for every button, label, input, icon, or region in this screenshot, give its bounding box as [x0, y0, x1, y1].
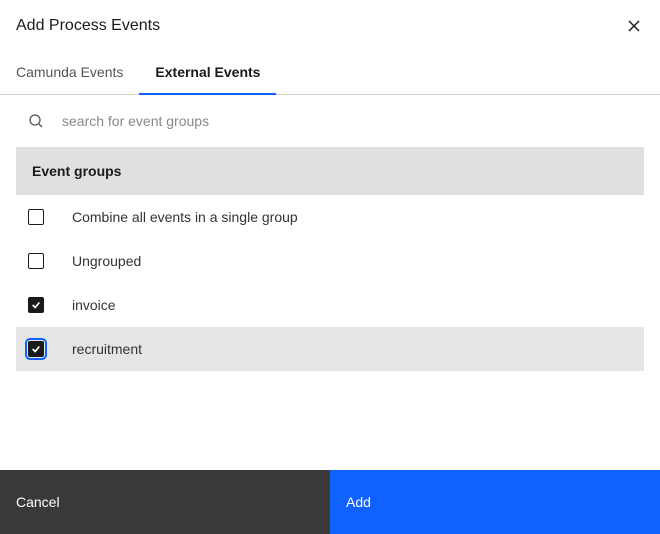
- list-item-label: Combine all events in a single group: [44, 209, 298, 225]
- cancel-button[interactable]: Cancel: [0, 470, 330, 534]
- list-header: Event groups: [16, 147, 644, 195]
- checkbox-ungrouped[interactable]: [28, 253, 44, 269]
- list-item-label: invoice: [44, 297, 116, 313]
- search-row: [0, 95, 660, 147]
- list-item-label: recruitment: [44, 341, 142, 357]
- list-item[interactable]: invoice: [16, 283, 644, 327]
- tabs: Camunda Events External Events: [0, 50, 660, 95]
- search-icon: [28, 113, 44, 129]
- checkbox-recruitment[interactable]: [28, 341, 44, 357]
- close-button[interactable]: [624, 16, 644, 36]
- close-icon: [626, 18, 642, 34]
- add-button[interactable]: Add: [330, 470, 660, 534]
- dialog-title: Add Process Events: [16, 17, 160, 35]
- search-input[interactable]: [44, 113, 644, 129]
- list-item[interactable]: Ungrouped: [16, 239, 644, 283]
- list-item-label: Ungrouped: [44, 253, 141, 269]
- tab-camunda-events[interactable]: Camunda Events: [0, 50, 139, 94]
- checkbox-invoice[interactable]: [28, 297, 44, 313]
- dialog-footer: Cancel Add: [0, 470, 660, 534]
- list-item[interactable]: Combine all events in a single group: [16, 195, 644, 239]
- tab-external-events[interactable]: External Events: [139, 50, 276, 94]
- list-item[interactable]: recruitment: [16, 327, 644, 371]
- checkbox-combine-all[interactable]: [28, 209, 44, 225]
